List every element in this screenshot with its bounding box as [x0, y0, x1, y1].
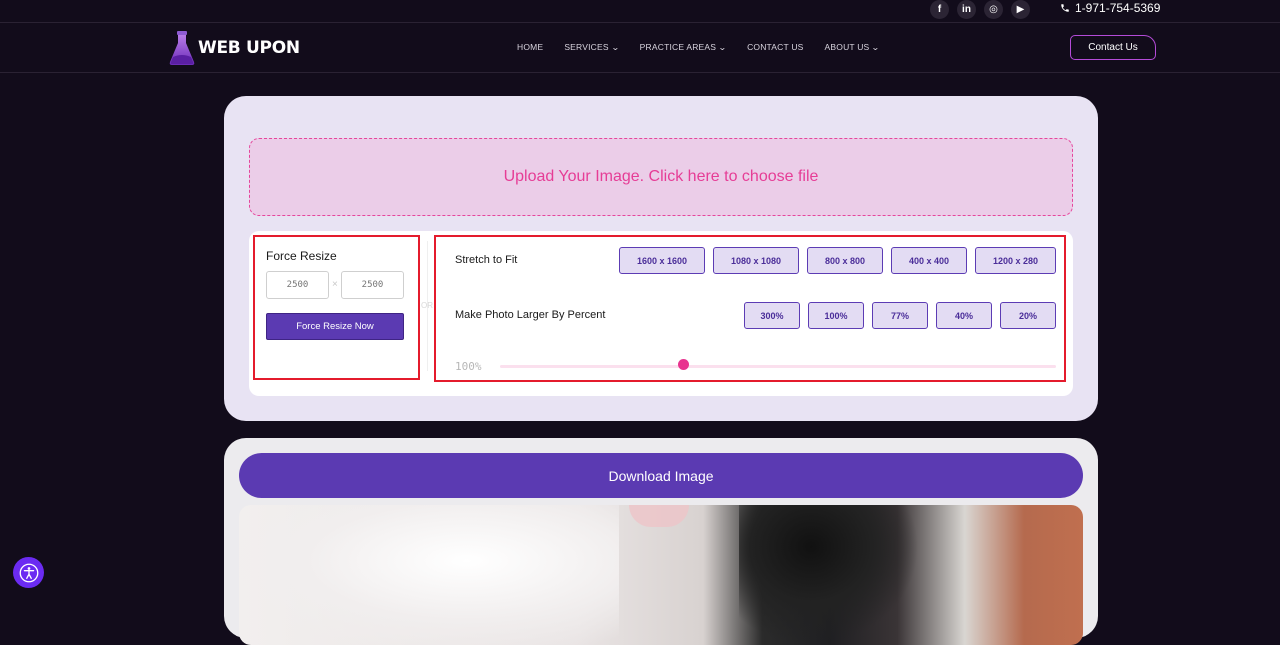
- chevron-down-icon: ⌄: [718, 42, 728, 52]
- preset-1200x280-button[interactable]: 1200 x 280: [975, 247, 1056, 274]
- force-resize-title: Force Resize: [266, 249, 337, 263]
- phone-number: 1-971-754-5369: [1075, 1, 1161, 15]
- nav-about-us-label: ABOUT US: [824, 42, 870, 52]
- nav-about-us[interactable]: ABOUT US ⌄: [824, 42, 881, 52]
- nav-links: HOME SERVICES ⌄ PRACTICE AREAS ⌄ CONTACT U…: [517, 42, 900, 52]
- percent-100-button[interactable]: 100%: [808, 302, 864, 329]
- preset-1600x1600-button[interactable]: 1600 x 1600: [619, 247, 705, 274]
- result-card: Download Image: [224, 438, 1098, 645]
- youtube-icon[interactable]: ▶: [1011, 0, 1030, 19]
- nav-contact-us[interactable]: CONTACT US: [747, 42, 803, 52]
- chevron-down-icon: ⌄: [871, 42, 881, 52]
- dimension-separator: ×: [332, 279, 338, 290]
- nav-home[interactable]: HOME: [517, 42, 543, 52]
- nav-practice-areas-label: PRACTICE AREAS: [639, 42, 717, 52]
- larger-by-percent-label: Make Photo Larger By Percent: [455, 309, 606, 321]
- accessibility-button[interactable]: [13, 557, 44, 588]
- contact-us-button[interactable]: Contact Us: [1070, 35, 1156, 60]
- height-input[interactable]: [341, 271, 404, 299]
- preset-400x400-button[interactable]: 400 x 400: [891, 247, 967, 274]
- main-nav: WEB UPON HOME SERVICES ⌄ PRACTICE AREAS ⌄ …: [0, 24, 1280, 73]
- percent-40-button[interactable]: 40%: [936, 302, 992, 329]
- chevron-down-icon: ⌄: [610, 42, 620, 52]
- percent-77-button[interactable]: 77%: [872, 302, 928, 329]
- preset-options-section: Stretch to Fit 1600 x 1600 1080 x 1080 8…: [434, 235, 1066, 382]
- preview-nose: [629, 505, 689, 527]
- upload-dropzone[interactable]: Upload Your Image. Click here to choose …: [249, 138, 1073, 216]
- phone-contact[interactable]: 1-971-754-5369: [1060, 1, 1160, 15]
- nav-practice-areas[interactable]: PRACTICE AREAS ⌄: [639, 42, 728, 52]
- preset-1080x1080-button[interactable]: 1080 x 1080: [713, 247, 799, 274]
- preview-fur-black: [739, 505, 919, 645]
- logo-text: WEB UPON: [198, 38, 300, 58]
- nav-services-label: SERVICES: [564, 42, 609, 52]
- flask-logo-icon: [169, 31, 195, 65]
- site-logo[interactable]: WEB UPON: [168, 29, 300, 67]
- force-resize-button[interactable]: Force Resize Now: [266, 313, 404, 340]
- preview-fur-white: [239, 505, 619, 645]
- accessibility-icon: [19, 563, 38, 582]
- force-resize-section: Force Resize × Force Resize Now: [253, 235, 420, 380]
- phone-icon: [1061, 4, 1069, 12]
- top-bar: f in ◎ ▶ 1-971-754-5369: [0, 0, 1280, 23]
- width-input[interactable]: [266, 271, 329, 299]
- nav-services[interactable]: SERVICES ⌄: [564, 42, 620, 52]
- preset-800x800-button[interactable]: 800 x 800: [807, 247, 883, 274]
- nav-contact-us-label: CONTACT US: [747, 42, 804, 52]
- resize-options-panel: Force Resize × Force Resize Now OR Stret…: [249, 231, 1073, 396]
- scale-slider-track[interactable]: [500, 365, 1056, 368]
- nav-home-label: HOME: [517, 42, 544, 52]
- stretch-to-fit-label: Stretch to Fit: [455, 254, 518, 266]
- scale-slider-thumb[interactable]: [677, 359, 689, 370]
- slider-value-label: 100%: [455, 360, 482, 373]
- resize-tool-card: Upload Your Image. Click here to choose …: [224, 96, 1098, 421]
- image-preview: [239, 505, 1083, 645]
- facebook-icon[interactable]: f: [930, 0, 949, 19]
- percent-300-button[interactable]: 300%: [744, 302, 800, 329]
- linkedin-icon[interactable]: in: [957, 0, 976, 19]
- instagram-icon[interactable]: ◎: [984, 0, 1003, 19]
- percent-20-button[interactable]: 20%: [1000, 302, 1056, 329]
- social-links: f in ◎ ▶: [930, 0, 1030, 19]
- or-label: OR: [421, 301, 433, 310]
- download-image-button[interactable]: Download Image: [239, 453, 1083, 498]
